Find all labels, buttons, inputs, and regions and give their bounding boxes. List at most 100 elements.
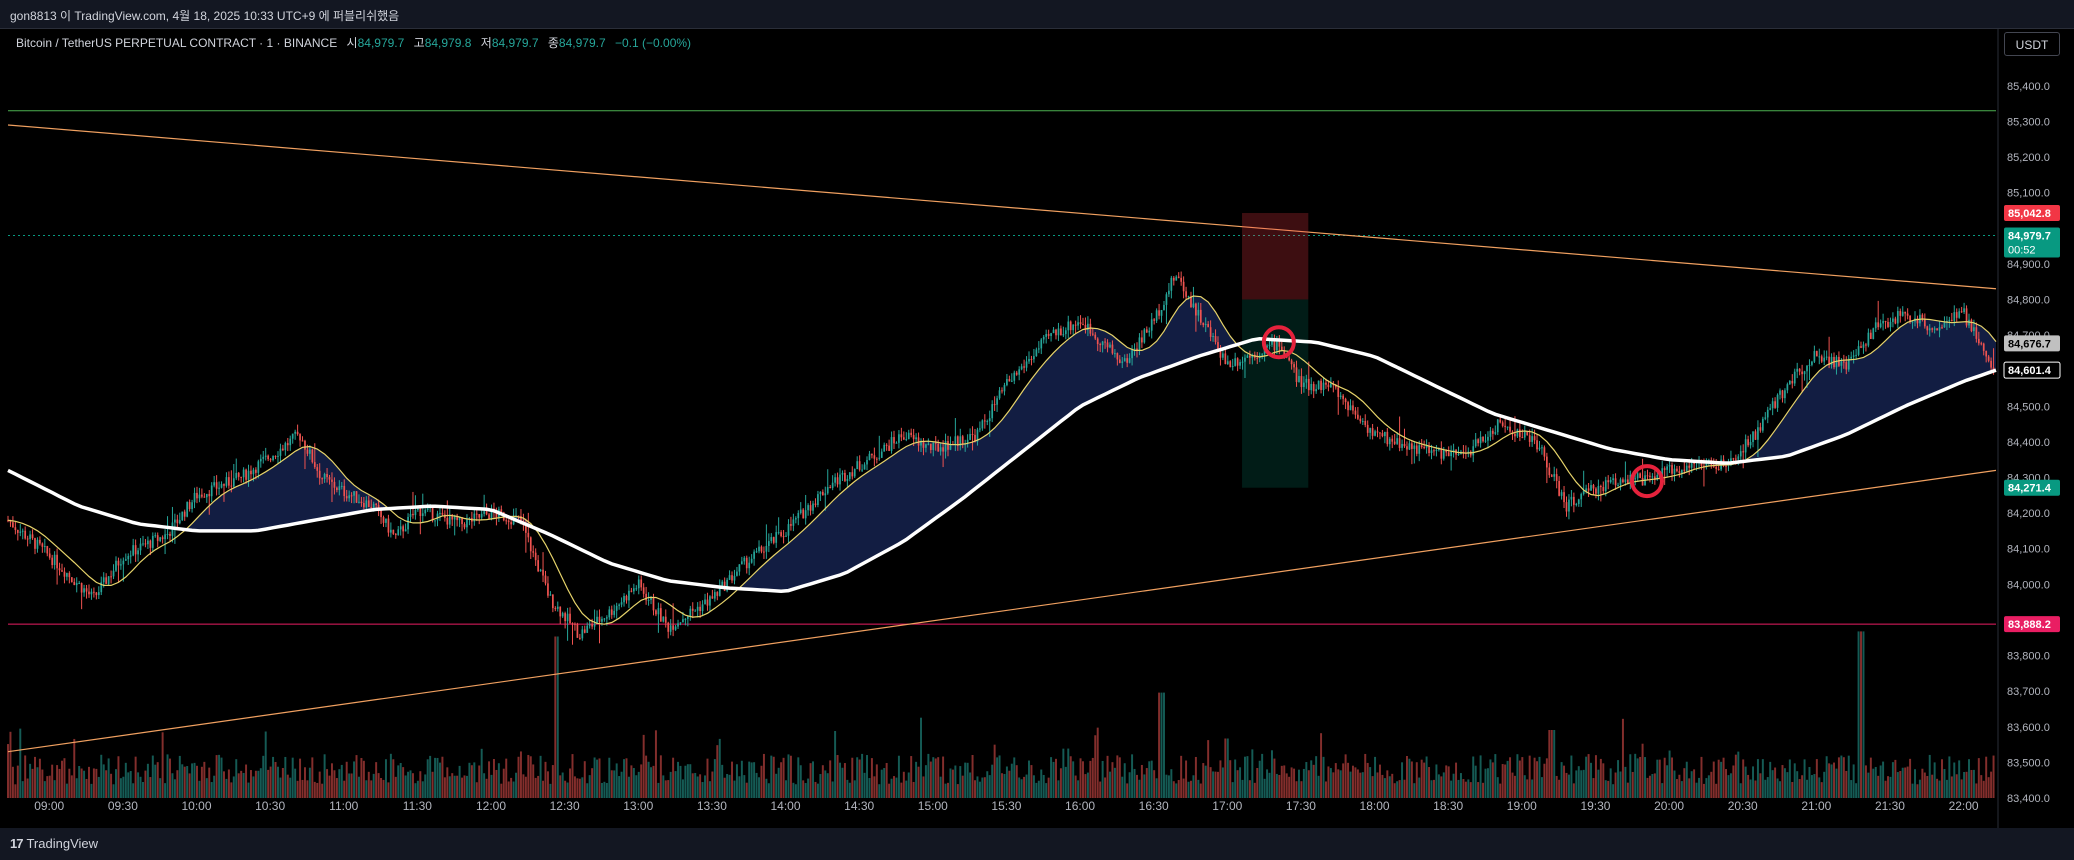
candle-body [31, 534, 34, 539]
volume-bar [961, 775, 964, 798]
candle-body [1622, 479, 1624, 483]
volume-bar [775, 773, 778, 798]
volume-bar [335, 778, 338, 798]
volume-bar [1182, 778, 1185, 798]
candle-body [365, 500, 368, 508]
volume-bar [591, 768, 594, 798]
volume-bar [875, 764, 878, 798]
candle-body [1877, 322, 1880, 328]
time-tick-label: 14:30 [844, 799, 874, 813]
tradingview-logo[interactable]: 17 TradingView [10, 836, 98, 851]
candle-body [1430, 450, 1433, 453]
candle-body [1143, 329, 1146, 343]
candle-body [311, 449, 314, 463]
volume-bar [1518, 760, 1521, 798]
candle-body [618, 604, 620, 606]
time-tick-label: 11:30 [403, 799, 432, 813]
volume-bar [426, 759, 429, 798]
volume-bar [1035, 782, 1038, 798]
candle-body [809, 505, 812, 511]
candle-body [122, 560, 125, 565]
volume-bar [70, 775, 73, 798]
price-label-text: 84,601.4 [2008, 365, 2052, 377]
volume-bar [1754, 780, 1757, 798]
volume-bar [367, 771, 370, 798]
volume-bar [483, 773, 486, 798]
candle-body [1852, 355, 1855, 357]
candle-body [1175, 276, 1178, 281]
candle-body [1572, 496, 1575, 505]
volume-bar [38, 758, 41, 798]
volume-bar [124, 762, 127, 798]
candle-body [1928, 328, 1931, 331]
candle-body [711, 596, 714, 599]
candle-body [333, 481, 336, 488]
volume-bar [1901, 767, 1904, 798]
volume-bar [1155, 778, 1158, 798]
candle-body [1548, 467, 1551, 476]
candle-body [1320, 380, 1322, 391]
upper-trendline[interactable] [7, 124, 1997, 290]
volume-bar [1818, 777, 1821, 798]
price-chart[interactable]: 85,400.085,300.085,200.085,100.084,900.0… [0, 28, 2074, 828]
volume-bar [149, 777, 152, 798]
candle-body [1553, 474, 1556, 477]
candle-body [93, 591, 95, 593]
candle-body [66, 573, 68, 577]
candle-body [1869, 332, 1872, 339]
volume-bar [1879, 765, 1882, 798]
candle-body [1494, 432, 1497, 434]
position-stop-zone[interactable] [1242, 213, 1309, 300]
candle-body [434, 520, 436, 522]
volume-bar [1109, 771, 1111, 798]
currency-unit-button[interactable]: USDT [2004, 32, 2060, 56]
volume-bar [1474, 765, 1477, 798]
volume-bar [1219, 760, 1222, 798]
volume-bar [743, 775, 746, 798]
volume-bar [1774, 767, 1777, 798]
candle-body [1609, 480, 1612, 483]
volume-bar [1543, 763, 1546, 798]
candle-body [674, 626, 677, 630]
volume-bar [1612, 784, 1615, 798]
volume-bar [1941, 759, 1943, 798]
volume-bar [1104, 777, 1107, 798]
volume-bar [1106, 755, 1109, 798]
volume-bar [1698, 777, 1701, 798]
volume-bar [517, 756, 520, 798]
candle-body [856, 461, 859, 470]
candle-body [586, 625, 589, 633]
volume-bar [1163, 692, 1165, 798]
volume-bar [1437, 774, 1440, 798]
candle-body [1101, 341, 1104, 346]
volume-bar [870, 758, 873, 798]
candle-body [1867, 332, 1870, 346]
candle-body [1047, 333, 1050, 336]
candle-body [510, 522, 512, 525]
volume-bar [728, 774, 731, 798]
volume-bar [1320, 733, 1323, 798]
volume-bar [448, 776, 451, 798]
candle-body [360, 501, 363, 503]
volume-bar [897, 755, 900, 798]
candle-body [637, 579, 640, 589]
volume-bar [846, 779, 849, 798]
volume-bar [885, 762, 888, 798]
volume-bar [1609, 768, 1612, 798]
volume-bar [24, 755, 27, 798]
candle-body [1693, 463, 1695, 465]
candle-body [115, 560, 117, 571]
candle-body [659, 608, 662, 622]
candle-body [944, 441, 947, 452]
candle-body [905, 439, 908, 441]
volume-bar [441, 756, 444, 798]
candle-body [1204, 324, 1207, 326]
candle-body [1062, 334, 1065, 336]
candle-body [902, 437, 905, 440]
candle-body [664, 616, 667, 623]
candle-body [446, 517, 449, 525]
volume-bar [267, 769, 270, 798]
volume-bar [1307, 770, 1310, 798]
candle-body [478, 514, 481, 518]
candle-body [1447, 452, 1450, 457]
